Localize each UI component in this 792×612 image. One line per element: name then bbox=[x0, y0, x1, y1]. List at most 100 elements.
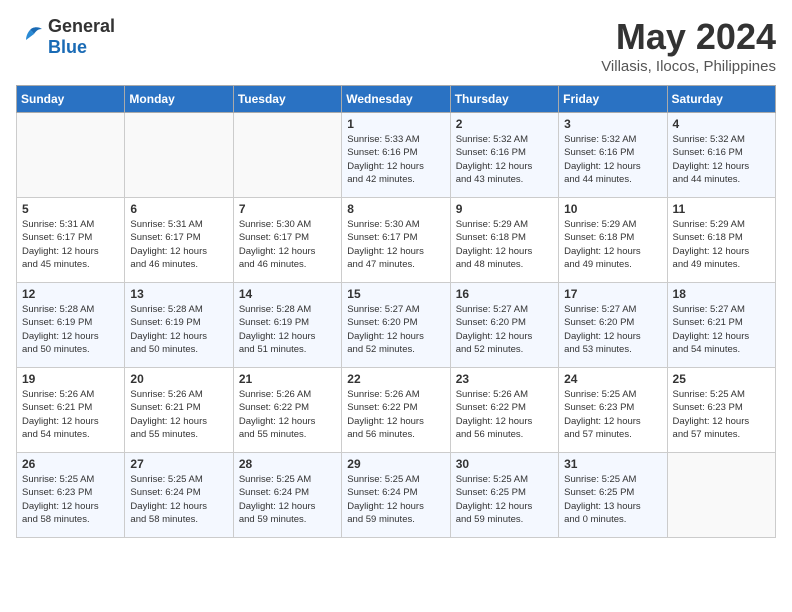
day-info: Sunrise: 5:25 AM Sunset: 6:25 PM Dayligh… bbox=[564, 473, 661, 526]
day-info: Sunrise: 5:31 AM Sunset: 6:17 PM Dayligh… bbox=[130, 218, 227, 271]
day-number: 12 bbox=[22, 287, 119, 301]
day-number: 3 bbox=[564, 117, 661, 131]
day-number: 6 bbox=[130, 202, 227, 216]
calendar-week-4: 19 Sunrise: 5:26 AM Sunset: 6:21 PM Dayli… bbox=[17, 368, 776, 453]
calendar-cell: 2 Sunrise: 5:32 AM Sunset: 6:16 PM Daylig… bbox=[450, 113, 558, 198]
day-header-saturday: Saturday bbox=[667, 86, 775, 113]
day-info: Sunrise: 5:26 AM Sunset: 6:21 PM Dayligh… bbox=[22, 388, 119, 441]
calendar-cell: 21 Sunrise: 5:26 AM Sunset: 6:22 PM Dayli… bbox=[233, 368, 341, 453]
calendar-cell: 17 Sunrise: 5:27 AM Sunset: 6:20 PM Dayli… bbox=[559, 283, 667, 368]
calendar-cell: 29Sunrise: 5:25 AM Sunset: 6:24 PM Dayli… bbox=[342, 453, 450, 538]
day-number: 31 bbox=[564, 457, 661, 471]
calendar-cell: 19 Sunrise: 5:26 AM Sunset: 6:21 PM Dayli… bbox=[17, 368, 125, 453]
day-header-monday: Monday bbox=[125, 86, 233, 113]
day-info: Sunrise: 5:26 AM Sunset: 6:22 PM Dayligh… bbox=[347, 388, 444, 441]
calendar-cell: 27Sunrise: 5:25 AM Sunset: 6:24 PM Dayli… bbox=[125, 453, 233, 538]
day-info: Sunrise: 5:29 AM Sunset: 6:18 PM Dayligh… bbox=[564, 218, 661, 271]
day-info: Sunrise: 5:26 AM Sunset: 6:22 PM Dayligh… bbox=[456, 388, 553, 441]
calendar-cell: 3 Sunrise: 5:32 AM Sunset: 6:16 PM Daylig… bbox=[559, 113, 667, 198]
calendar-cell: 16 Sunrise: 5:27 AM Sunset: 6:20 PM Dayli… bbox=[450, 283, 558, 368]
calendar-table: SundayMondayTuesdayWednesdayThursdayFrid… bbox=[16, 85, 776, 538]
day-number: 14 bbox=[239, 287, 336, 301]
calendar-cell bbox=[125, 113, 233, 198]
day-info: Sunrise: 5:25 AM Sunset: 6:24 PM Dayligh… bbox=[239, 473, 336, 526]
day-info: Sunrise: 5:32 AM Sunset: 6:16 PM Dayligh… bbox=[456, 133, 553, 186]
calendar-cell: 23Sunrise: 5:26 AM Sunset: 6:22 PM Dayli… bbox=[450, 368, 558, 453]
calendar-week-1: 1 Sunrise: 5:33 AM Sunset: 6:16 PM Daylig… bbox=[17, 113, 776, 198]
day-info: Sunrise: 5:29 AM Sunset: 6:18 PM Dayligh… bbox=[456, 218, 553, 271]
day-info: Sunrise: 5:33 AM Sunset: 6:16 PM Dayligh… bbox=[347, 133, 444, 186]
day-info: Sunrise: 5:27 AM Sunset: 6:21 PM Dayligh… bbox=[673, 303, 770, 356]
logo-text: General Blue bbox=[48, 16, 115, 58]
day-number: 5 bbox=[22, 202, 119, 216]
day-header-wednesday: Wednesday bbox=[342, 86, 450, 113]
day-number: 27 bbox=[130, 457, 227, 471]
day-number: 8 bbox=[347, 202, 444, 216]
day-info: Sunrise: 5:29 AM Sunset: 6:18 PM Dayligh… bbox=[673, 218, 770, 271]
month-title: May 2024 bbox=[601, 16, 776, 58]
day-number: 21 bbox=[239, 372, 336, 386]
calendar-week-2: 5 Sunrise: 5:31 AM Sunset: 6:17 PM Daylig… bbox=[17, 198, 776, 283]
logo: General Blue bbox=[16, 16, 115, 58]
day-number: 9 bbox=[456, 202, 553, 216]
day-number: 13 bbox=[130, 287, 227, 301]
calendar-cell: 24 Sunrise: 5:25 AM Sunset: 6:23 PM Dayli… bbox=[559, 368, 667, 453]
calendar-cell: 1 Sunrise: 5:33 AM Sunset: 6:16 PM Daylig… bbox=[342, 113, 450, 198]
day-info: Sunrise: 5:27 AM Sunset: 6:20 PM Dayligh… bbox=[564, 303, 661, 356]
day-number: 24 bbox=[564, 372, 661, 386]
day-number: 1 bbox=[347, 117, 444, 131]
calendar-cell: 10 Sunrise: 5:29 AM Sunset: 6:18 PM Dayli… bbox=[559, 198, 667, 283]
calendar-cell bbox=[233, 113, 341, 198]
calendar-cell: 11 Sunrise: 5:29 AM Sunset: 6:18 PM Dayli… bbox=[667, 198, 775, 283]
day-number: 16 bbox=[456, 287, 553, 301]
day-number: 10 bbox=[564, 202, 661, 216]
calendar-cell: 15 Sunrise: 5:27 AM Sunset: 6:20 PM Dayli… bbox=[342, 283, 450, 368]
calendar-cell: 22 Sunrise: 5:26 AM Sunset: 6:22 PM Dayli… bbox=[342, 368, 450, 453]
page-header: General Blue May 2024 Villasis, Ilocos, … bbox=[16, 16, 776, 75]
calendar-header-row: SundayMondayTuesdayWednesdayThursdayFrid… bbox=[17, 86, 776, 113]
calendar-cell: 13Sunrise: 5:28 AM Sunset: 6:19 PM Dayli… bbox=[125, 283, 233, 368]
calendar-cell: 25 Sunrise: 5:25 AM Sunset: 6:23 PM Dayli… bbox=[667, 368, 775, 453]
day-info: Sunrise: 5:30 AM Sunset: 6:17 PM Dayligh… bbox=[239, 218, 336, 271]
calendar-cell bbox=[667, 453, 775, 538]
calendar-cell: 4Sunrise: 5:32 AM Sunset: 6:16 PM Daylig… bbox=[667, 113, 775, 198]
title-block: May 2024 Villasis, Ilocos, Philippines bbox=[601, 16, 776, 75]
day-info: Sunrise: 5:25 AM Sunset: 6:23 PM Dayligh… bbox=[564, 388, 661, 441]
logo-bird-icon bbox=[16, 26, 44, 48]
day-info: Sunrise: 5:31 AM Sunset: 6:17 PM Dayligh… bbox=[22, 218, 119, 271]
calendar-cell: 7 Sunrise: 5:30 AM Sunset: 6:17 PM Daylig… bbox=[233, 198, 341, 283]
day-number: 15 bbox=[347, 287, 444, 301]
day-number: 17 bbox=[564, 287, 661, 301]
day-info: Sunrise: 5:27 AM Sunset: 6:20 PM Dayligh… bbox=[347, 303, 444, 356]
calendar-cell: 30Sunrise: 5:25 AM Sunset: 6:25 PM Dayli… bbox=[450, 453, 558, 538]
day-info: Sunrise: 5:26 AM Sunset: 6:22 PM Dayligh… bbox=[239, 388, 336, 441]
day-info: Sunrise: 5:28 AM Sunset: 6:19 PM Dayligh… bbox=[239, 303, 336, 356]
day-number: 22 bbox=[347, 372, 444, 386]
calendar-cell: 5 Sunrise: 5:31 AM Sunset: 6:17 PM Daylig… bbox=[17, 198, 125, 283]
day-number: 2 bbox=[456, 117, 553, 131]
day-header-thursday: Thursday bbox=[450, 86, 558, 113]
day-number: 25 bbox=[673, 372, 770, 386]
day-header-sunday: Sunday bbox=[17, 86, 125, 113]
day-number: 30 bbox=[456, 457, 553, 471]
day-header-tuesday: Tuesday bbox=[233, 86, 341, 113]
day-number: 11 bbox=[673, 202, 770, 216]
calendar-cell: 8 Sunrise: 5:30 AM Sunset: 6:17 PM Daylig… bbox=[342, 198, 450, 283]
day-number: 18 bbox=[673, 287, 770, 301]
day-info: Sunrise: 5:27 AM Sunset: 6:20 PM Dayligh… bbox=[456, 303, 553, 356]
day-number: 20 bbox=[130, 372, 227, 386]
calendar-cell: 26Sunrise: 5:25 AM Sunset: 6:23 PM Dayli… bbox=[17, 453, 125, 538]
day-info: Sunrise: 5:32 AM Sunset: 6:16 PM Dayligh… bbox=[564, 133, 661, 186]
day-info: Sunrise: 5:25 AM Sunset: 6:23 PM Dayligh… bbox=[673, 388, 770, 441]
calendar-body: 1 Sunrise: 5:33 AM Sunset: 6:16 PM Daylig… bbox=[17, 113, 776, 538]
day-info: Sunrise: 5:26 AM Sunset: 6:21 PM Dayligh… bbox=[130, 388, 227, 441]
calendar-cell: 18 Sunrise: 5:27 AM Sunset: 6:21 PM Dayli… bbox=[667, 283, 775, 368]
day-info: Sunrise: 5:30 AM Sunset: 6:17 PM Dayligh… bbox=[347, 218, 444, 271]
day-number: 7 bbox=[239, 202, 336, 216]
day-info: Sunrise: 5:32 AM Sunset: 6:16 PM Dayligh… bbox=[673, 133, 770, 186]
day-number: 29 bbox=[347, 457, 444, 471]
day-number: 26 bbox=[22, 457, 119, 471]
calendar-cell: 31 Sunrise: 5:25 AM Sunset: 6:25 PM Dayli… bbox=[559, 453, 667, 538]
day-info: Sunrise: 5:28 AM Sunset: 6:19 PM Dayligh… bbox=[22, 303, 119, 356]
day-number: 19 bbox=[22, 372, 119, 386]
